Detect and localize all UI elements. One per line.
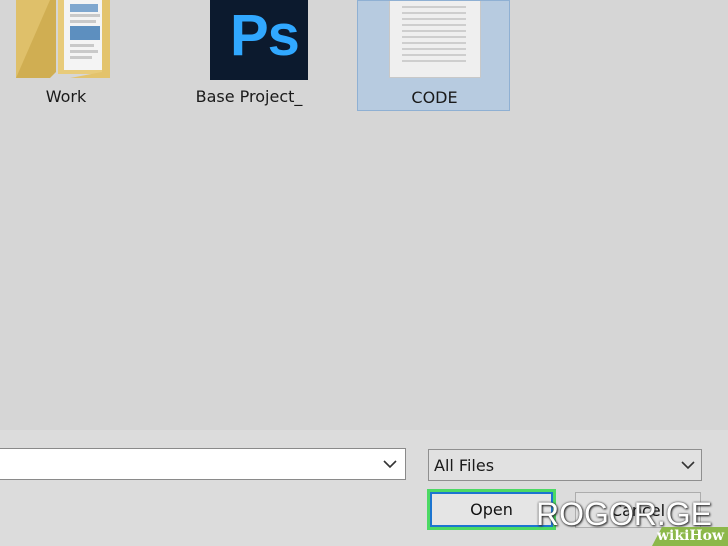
file-item-base-project[interactable]: Ps Base Project_ <box>190 0 312 115</box>
filetype-selected-value: All Files <box>434 456 495 475</box>
photoshop-file-icon: Ps <box>210 0 308 80</box>
file-item-code[interactable]: CODE <box>357 0 510 111</box>
open-button-label: Open <box>430 492 553 527</box>
text-document-icon <box>389 1 481 78</box>
file-list-pane[interactable]: Work Ps Base Project_ CODE <box>0 0 728 430</box>
file-label-base-project: Base Project_ <box>195 87 303 106</box>
filename-combobox[interactable] <box>0 448 406 480</box>
file-label-work: Work <box>45 87 87 106</box>
filetype-dropdown[interactable]: All Files <box>428 449 702 481</box>
chevron-down-icon[interactable] <box>381 455 399 473</box>
wikihow-logo: wikiHow <box>657 528 725 544</box>
chevron-down-icon[interactable] <box>679 456 697 474</box>
file-item-work[interactable]: Work <box>10 0 120 115</box>
filename-input[interactable] <box>3 453 377 477</box>
photoshop-icon-text: Ps <box>230 3 300 68</box>
file-label-code: CODE <box>411 88 458 107</box>
folder-icon <box>16 0 110 78</box>
